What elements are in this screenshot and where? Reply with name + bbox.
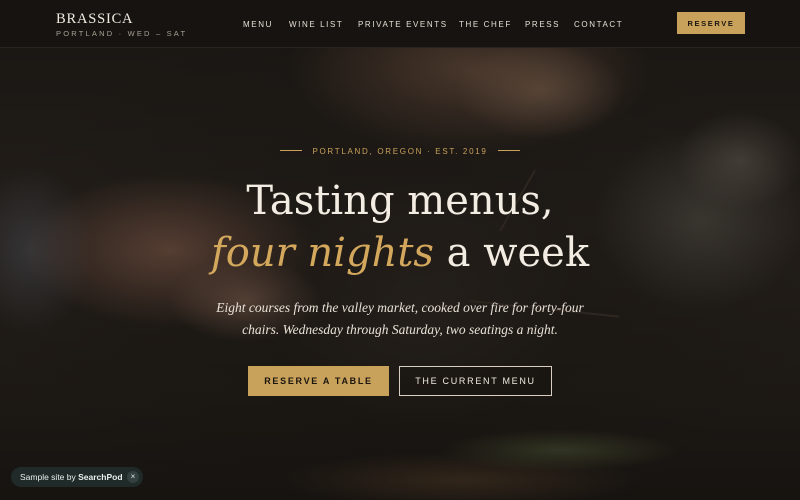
sample-site-brand[interactable]: SearchPod: [78, 472, 122, 482]
nav-item-private-events[interactable]: PRIVATE EVENTS: [358, 20, 448, 29]
eyebrow-text: PORTLAND, OREGON · EST. 2019: [312, 147, 488, 156]
close-icon[interactable]: ×: [127, 471, 139, 483]
nav-item-contact[interactable]: CONTACT: [574, 20, 623, 29]
brand-name[interactable]: BRASSICA: [56, 11, 133, 28]
hero-headline-accent: four nights: [210, 230, 434, 276]
reserve-button[interactable]: RESERVE: [677, 12, 745, 34]
eyebrow-rule-left: [280, 150, 303, 152]
hero-headline-line2: four nights a week: [0, 230, 800, 276]
hero-subtitle-line2: chairs. Wednesday through Saturday, two …: [242, 322, 558, 337]
eyebrow-rule-right: [497, 150, 520, 152]
nav-item-menu[interactable]: MENU: [243, 20, 273, 29]
hero-headline-rest: a week: [433, 230, 590, 276]
hero-headline-line1: Tasting menus,: [246, 178, 554, 224]
nav-item-the-chef[interactable]: THE CHEF: [459, 20, 512, 29]
current-menu-button[interactable]: THE CURRENT MENU: [399, 366, 552, 396]
sample-site-badge[interactable]: Sample site by SearchPod ×: [11, 467, 143, 487]
top-navigation-bar: BRASSICA PORTLAND · WED – SAT MENU WINE …: [0, 0, 800, 48]
hero-eyebrow: PORTLAND, OREGON · EST. 2019: [0, 147, 800, 156]
nav-item-press[interactable]: PRESS: [525, 20, 560, 29]
reserve-a-table-button[interactable]: RESERVE A TABLE: [248, 366, 389, 396]
nav-item-wine-list[interactable]: WINE LIST: [289, 20, 343, 29]
sample-site-text: Sample site by SearchPod: [20, 472, 123, 482]
sample-site-prefix: Sample site by: [20, 472, 79, 482]
hero-subtitle-line1: Eight courses from the valley market, co…: [216, 300, 584, 315]
brand-tagline: PORTLAND · WED – SAT: [56, 29, 188, 38]
